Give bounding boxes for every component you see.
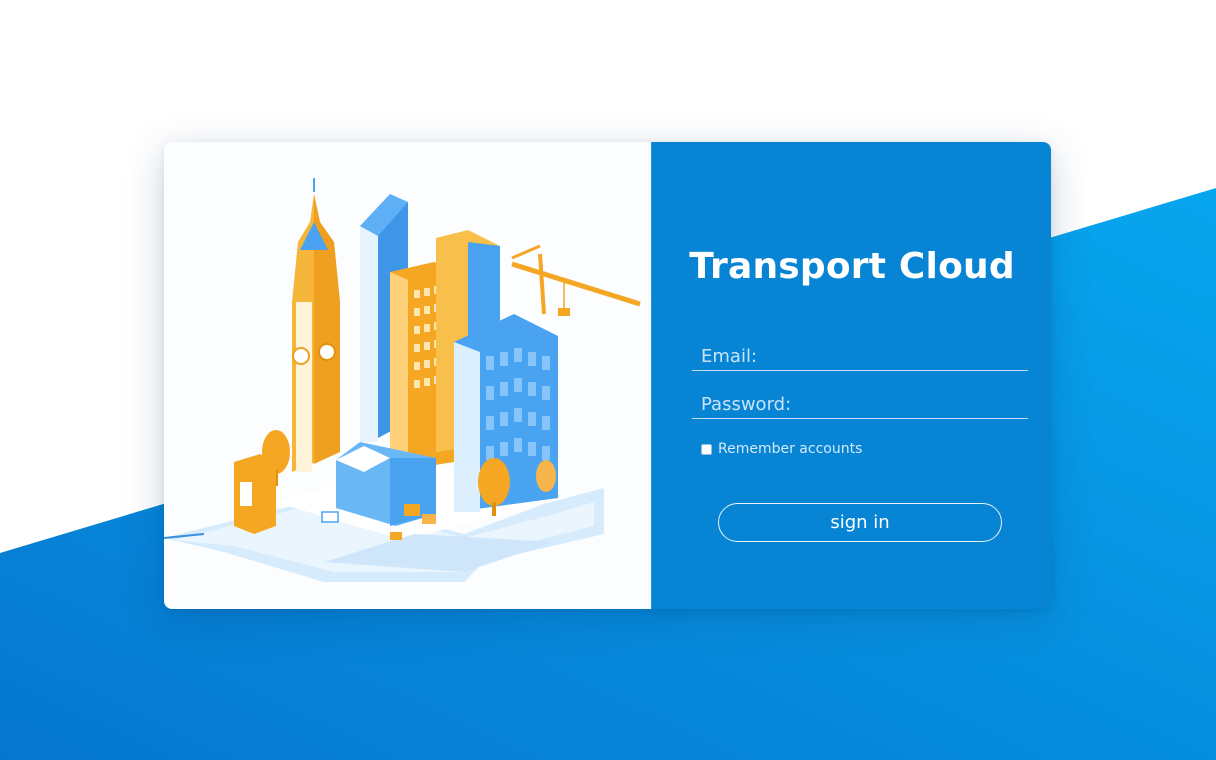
remember-label: Remember accounts: [718, 441, 863, 457]
email-field-wrapper: [692, 342, 1028, 371]
password-field[interactable]: [692, 390, 1028, 418]
app-title: Transport Cloud: [689, 246, 1015, 287]
login-panel: Transport Cloud Remember accounts sign i…: [651, 142, 1051, 609]
password-field-wrapper: [692, 390, 1028, 419]
login-card: Transport Cloud Remember accounts sign i…: [164, 142, 1051, 609]
email-field[interactable]: [692, 342, 1028, 370]
city-illustration: [164, 142, 651, 609]
remember-accounts-row[interactable]: Remember accounts: [701, 441, 862, 457]
remember-checkbox[interactable]: [701, 443, 712, 455]
sign-in-button[interactable]: sign in: [718, 503, 1002, 542]
